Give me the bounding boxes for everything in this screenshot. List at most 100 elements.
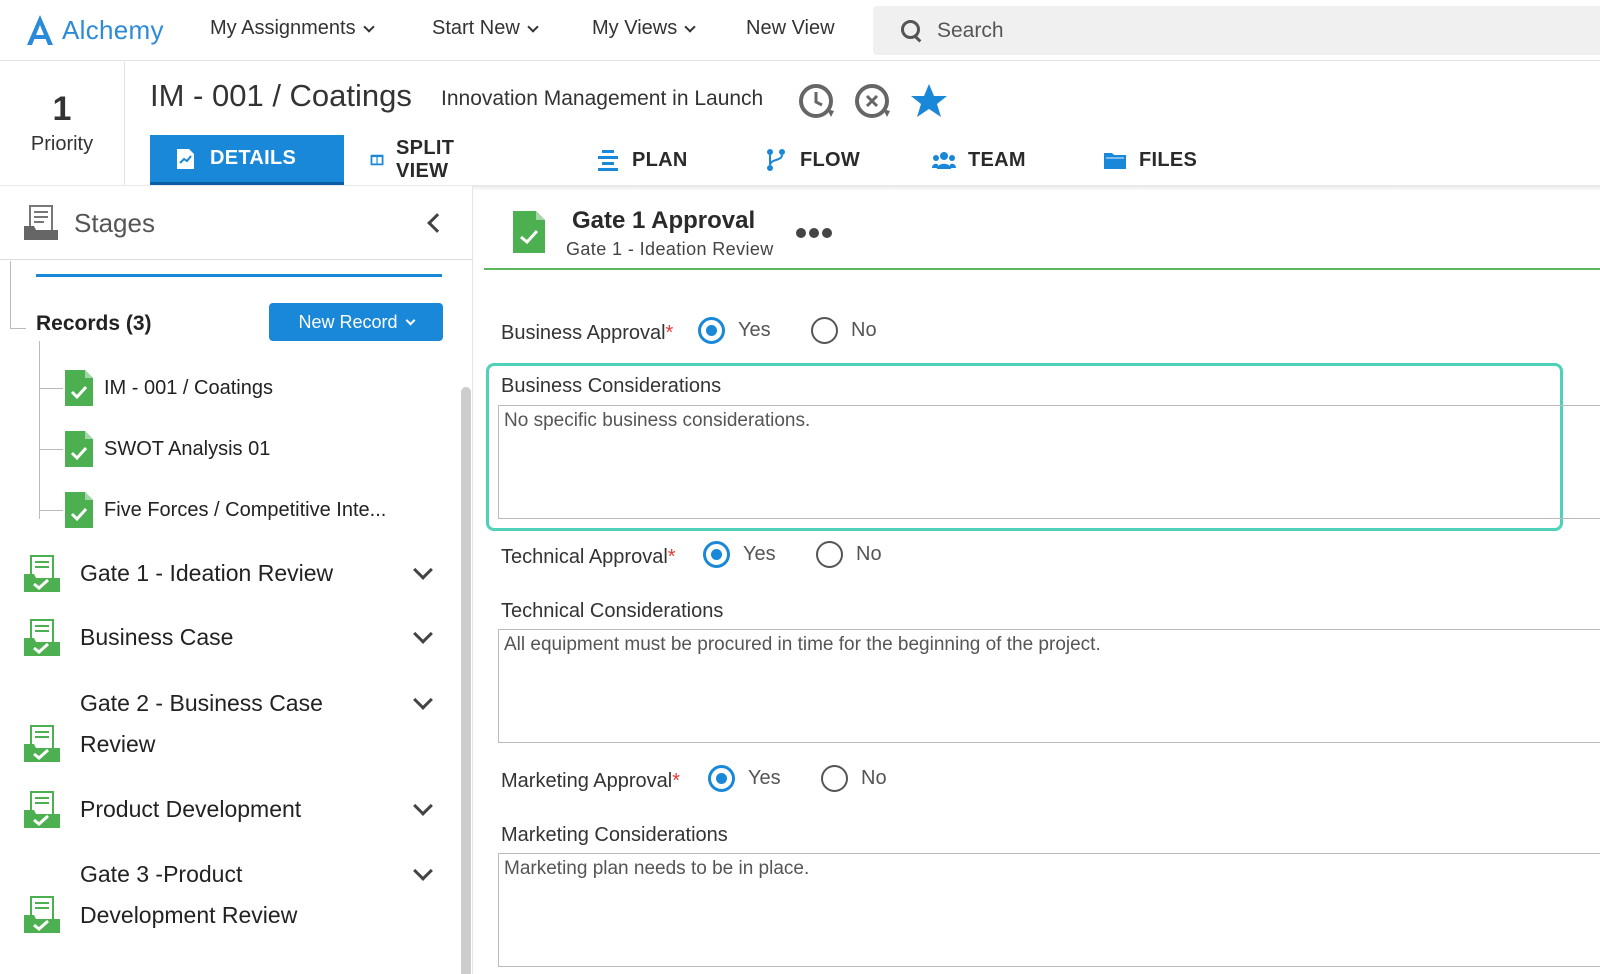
radio-unselected-icon (816, 541, 843, 568)
technical-approval-no-radio[interactable]: No (816, 541, 882, 568)
record-item-label: Five Forces / Competitive Inte... (104, 498, 387, 521)
radio-label: Yes (738, 319, 771, 341)
record-item[interactable]: IM - 001 / Coatings (39, 368, 273, 408)
details-icon (177, 148, 194, 169)
tree-connector (39, 387, 63, 389)
field-label-text: Business Approval (501, 322, 666, 344)
stages-sidebar: Stages Records (3) New Record IM - 001 /… (0, 186, 473, 974)
approved-document-icon (65, 431, 93, 467)
tab-flow[interactable]: FLOW (764, 135, 860, 185)
technical-approval-yes-radio[interactable]: Yes (703, 541, 776, 568)
tab-files[interactable]: FILES (1103, 135, 1197, 185)
tree-connector (39, 448, 63, 450)
chevron-down-icon[interactable] (413, 796, 433, 816)
nav-label: New View (746, 17, 835, 39)
stages-header: Stages (0, 186, 473, 260)
field-label-text: Technical Approval (501, 546, 668, 568)
chevron-down-icon[interactable] (413, 861, 433, 881)
app-name: Alchemy (62, 14, 164, 45)
chevron-down-icon (362, 20, 375, 33)
app-logo[interactable]: Alchemy (24, 10, 164, 50)
marketing-considerations-textarea[interactable]: Marketing plan needs to be in place. (498, 853, 1600, 967)
team-icon (932, 152, 956, 169)
record-item-label: IM - 001 / Coatings (104, 376, 273, 399)
cancel-history-icon[interactable] (853, 81, 893, 121)
chevron-down-icon (527, 20, 539, 33)
stage-approved-icon (24, 554, 60, 592)
stage-label: Gate 1 - Ideation Review (80, 560, 334, 586)
approved-document-icon (65, 492, 93, 528)
nav-my-assignments[interactable]: My Assignments (210, 17, 375, 40)
top-navigation-bar: Alchemy My Assignments Start New My View… (0, 0, 1600, 61)
nav-label: My Views (592, 17, 678, 39)
record-item[interactable]: SWOT Analysis 01 (39, 429, 270, 469)
split-view-icon (370, 154, 384, 166)
search-icon (901, 19, 923, 42)
marketing-approval-yes-radio[interactable]: Yes (708, 765, 781, 792)
tab-label: FLOW (800, 148, 861, 171)
radio-label: Yes (743, 543, 776, 565)
priority-label: Priority (30, 133, 94, 155)
technical-considerations-label: Technical Considerations (501, 600, 724, 622)
technical-approval-label: Technical Approval* (501, 546, 676, 569)
favorite-star-icon[interactable] (909, 81, 949, 121)
tab-label: FILES (1139, 148, 1198, 171)
required-marker: * (665, 322, 674, 344)
stage-item[interactable]: Gate 1 - Ideation Review (22, 553, 442, 594)
new-record-label: New Record (298, 311, 398, 332)
stages-title: Stages (74, 208, 155, 238)
tab-team[interactable]: TEAM (932, 135, 1026, 185)
chevron-down-icon[interactable] (413, 624, 433, 644)
nav-my-views[interactable]: My Views (592, 17, 696, 40)
chevron-down-icon[interactable] (413, 690, 433, 710)
tree-connector (39, 509, 63, 511)
stage-item[interactable]: Product Development (22, 789, 442, 830)
search-placeholder: Search (937, 18, 1004, 42)
tab-label: DETAILS (210, 147, 297, 169)
chevron-down-icon[interactable] (413, 560, 433, 580)
business-approval-yes-radio[interactable]: Yes (698, 317, 771, 344)
tab-label: TEAM (968, 148, 1026, 171)
approved-document-icon (65, 370, 93, 406)
field-label-text: Marketing Approval (501, 770, 673, 792)
sidebar-scrollbar[interactable] (461, 387, 471, 974)
stages-icon (24, 205, 58, 240)
business-considerations-label: Business Considerations (501, 375, 722, 397)
tab-plan[interactable]: PLAN (596, 135, 688, 185)
radio-unselected-icon (811, 317, 838, 344)
radio-label: No (851, 319, 877, 341)
plan-icon (598, 150, 618, 171)
more-options-icon[interactable] (796, 228, 835, 238)
stage-approved-icon (24, 725, 60, 762)
chevron-down-icon (405, 315, 415, 325)
business-approval-no-radio[interactable]: No (811, 317, 877, 344)
tab-details[interactable]: DETAILS (150, 135, 344, 185)
priority-value: 1 (52, 90, 72, 128)
search-input[interactable]: Search (873, 6, 1600, 55)
stage-item[interactable]: Gate 3 -Product Development Review (22, 854, 442, 936)
tab-split-view[interactable]: SPLIT VIEW (370, 135, 464, 185)
tree-connector (10, 328, 26, 329)
business-approval-label: Business Approval* (501, 322, 673, 345)
new-record-button[interactable]: New Record (269, 303, 443, 341)
chevron-down-icon (684, 20, 696, 33)
technical-considerations-textarea[interactable]: All equipment must be procured in time f… (498, 629, 1600, 743)
priority-box: 1 Priority (0, 62, 125, 185)
marketing-approval-no-radio[interactable]: No (821, 765, 887, 792)
stage-item[interactable]: Gate 2 - Business Case Review (22, 683, 442, 765)
nav-start-new[interactable]: Start New (432, 17, 539, 40)
nav-label: My Assignments (210, 17, 356, 39)
history-icon[interactable] (797, 81, 837, 121)
radio-unselected-icon (821, 765, 848, 792)
record-item[interactable]: Five Forces / Competitive Inte... (39, 490, 386, 530)
stage-item[interactable]: Business Case (22, 617, 442, 658)
collapse-sidebar-icon[interactable] (427, 213, 447, 233)
nav-label: Start New (432, 17, 520, 39)
radio-selected-icon (703, 541, 730, 568)
nav-new-view[interactable]: New View (746, 17, 835, 40)
business-considerations-textarea[interactable]: No specific business considerations. (498, 405, 1600, 519)
radio-label: No (861, 767, 887, 789)
required-marker: * (667, 546, 676, 568)
active-stage-indicator (36, 274, 442, 277)
stage-label: Business Case (80, 624, 234, 650)
